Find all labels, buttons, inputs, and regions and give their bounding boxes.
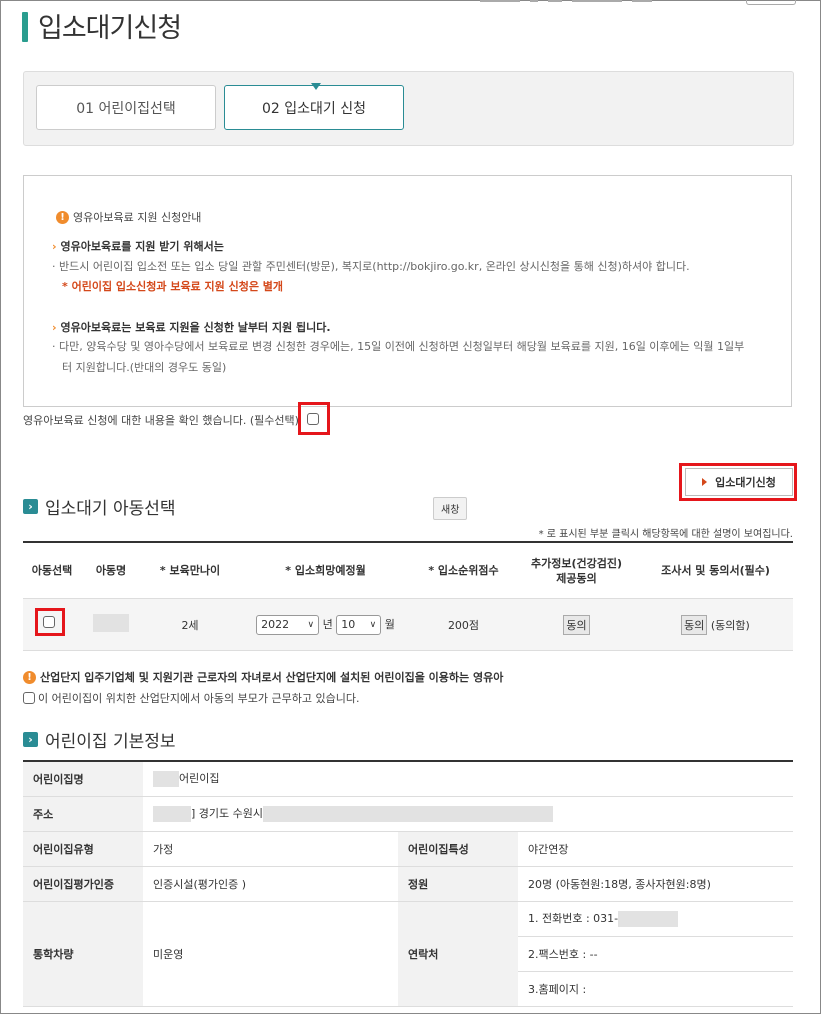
table-row: 어린이집명 어린이집	[23, 761, 793, 797]
phone-value: 1. 전화번호 : 031-	[518, 901, 793, 937]
eval-value: 인증시설(평가인증 )	[143, 866, 398, 902]
notice-block2-text: · 다만, 양육수당 및 영아수당에서 보육료로 변경 신청한 경우에는, 15…	[52, 340, 745, 353]
confirm-label: 영유아보육료 신청에 대한 내용을 확인 했습니다. (필수선택)	[23, 414, 299, 427]
homepage-value: 3.홈페이지 :	[518, 971, 793, 1007]
feature-label: 어린이집특성	[398, 831, 518, 867]
title-accent-bar	[22, 12, 28, 42]
name-value: 어린이집	[143, 761, 793, 797]
col-survey: 조사서 및 동의서(필수)	[638, 541, 793, 599]
page-title: 입소대기신청	[38, 13, 182, 44]
fax-value: 2.팩스번호 : --	[518, 936, 793, 972]
notice-block2-title: › 영유아보육료는 보육료 지원을 신청한 날부터 지원 됩니다.	[52, 321, 331, 334]
type-label: 어린이집유형	[23, 831, 143, 867]
basic-info-title: › 어린이집 기본정보	[23, 727, 176, 752]
address-label: 주소	[23, 796, 143, 832]
blurred-name	[93, 614, 129, 632]
col-age[interactable]: * 보육만나이	[141, 541, 239, 599]
step-apply-waiting[interactable]: 02 입소대기 신청	[224, 85, 404, 130]
extra-info-cell: 동의	[515, 598, 638, 651]
col-name: 아동명	[81, 541, 141, 599]
agree-button[interactable]: 동의	[563, 614, 590, 635]
active-step-marker	[311, 83, 321, 90]
chevron-down-icon: ∨	[307, 619, 315, 630]
name-label: 어린이집명	[23, 761, 143, 797]
chevron-right-icon: ›	[23, 732, 38, 747]
notice-block1-text: · 반드시 어린이집 입소전 또는 입소 당일 관할 주민센터(방문), 복지로…	[52, 260, 690, 273]
survey-cell: 동의 (동의함)	[638, 598, 793, 651]
new-window-tooltip: 새창	[433, 497, 468, 520]
industrial-warning: ! 산업단지 입주기업체 및 지원기관 근로자의 자녀로서 산업단지에 설치된 …	[23, 669, 503, 685]
contact-label: 연락처	[398, 901, 518, 1007]
chevron-right-icon: ›	[23, 499, 38, 514]
feature-value: 야간연장	[518, 831, 793, 867]
arrow-right-icon	[702, 478, 708, 486]
step-navigation: 01 어린이집선택 02 입소대기 신청	[23, 71, 794, 146]
score-cell: 200점	[412, 598, 515, 651]
col-extra-info: 추가정보(건강검진) 제공동의	[515, 541, 638, 599]
col-month[interactable]: * 입소희망예정월	[239, 541, 412, 599]
top-nav-remnant	[480, 0, 740, 6]
apply-waiting-button[interactable]: 입소대기신청	[685, 468, 793, 496]
blurred-text	[153, 771, 179, 788]
notice-heading: ! 영유아보육료 지원 신청안내	[56, 209, 201, 225]
table-row: 어린이집유형 가정 어린이집특성 야간연장	[23, 831, 793, 867]
top-button-remnant[interactable]	[746, 0, 796, 5]
table-header-row: 아동선택 아동명 * 보육만나이 * 입소희망예정월 * 입소순위점수 추가정보…	[23, 541, 793, 599]
notice-block1-warning: * 어린이집 입소신청과 보육료 지원 신청은 별개	[62, 280, 284, 293]
industrial-checkbox[interactable]	[23, 692, 35, 704]
year-select[interactable]: 2022 ∨	[256, 614, 320, 635]
capacity-label: 정원	[398, 866, 518, 902]
child-section-title: › 입소대기 아동선택	[23, 494, 176, 519]
child-name-cell	[81, 598, 141, 651]
child-select-checkbox[interactable]	[43, 616, 55, 628]
table-row: 2세 2022 ∨ 년 10 ∨ 월 200점 동의 동의 (동의함)	[23, 598, 793, 651]
month-select[interactable]: 10 ∨	[336, 614, 382, 635]
warning-icon: !	[23, 670, 36, 684]
step-select-daycare[interactable]: 01 어린이집선택	[36, 85, 216, 130]
notice-block2-text-cont: 터 지원합니다.(반대의 경우도 동일)	[62, 361, 227, 374]
confirm-checkbox[interactable]	[307, 413, 319, 425]
age-cell: 2세	[141, 598, 239, 651]
col-score[interactable]: * 입소순위점수	[412, 541, 515, 599]
address-value: ] 경기도 수원시	[143, 796, 793, 832]
col-select: 아동선택	[23, 541, 81, 599]
industrial-option: 이 어린이집이 위치한 산업단지에서 아동의 부모가 근무하고 있습니다.	[23, 690, 359, 706]
child-table: 아동선택 아동명 * 보육만나이 * 입소희망예정월 * 입소순위점수 추가정보…	[23, 541, 793, 651]
blurred-text	[263, 806, 554, 822]
bus-label: 통학차량	[23, 901, 143, 1007]
survey-agree-button[interactable]: 동의	[681, 614, 708, 635]
bus-value: 미운영	[143, 901, 398, 1007]
type-value: 가정	[143, 831, 398, 867]
warning-icon: !	[56, 210, 69, 224]
notice-box: ! 영유아보육료 지원 신청안내 › 영유아보육료를 지원 받기 위해서는 · 반…	[23, 175, 792, 407]
chevron-down-icon: ∨	[369, 619, 377, 630]
table-row: 통학차량 미운영 연락처 1. 전화번호 : 031-	[23, 901, 793, 1007]
help-note: * 로 표시된 부분 클릭시 해당항목에 대한 설명이 보여집니다.	[538, 529, 793, 540]
blurred-text	[618, 911, 679, 927]
table-row: 어린이집평가인증 인증시설(평가인증 ) 정원 20명 (아동현원:18명, 종…	[23, 866, 793, 902]
eval-label: 어린이집평가인증	[23, 866, 143, 902]
basic-info-table: 어린이집명 어린이집 주소 ] 경기도 수원시 어린이집유형 가정 어린이집특성…	[23, 760, 793, 1007]
month-cell: 2022 ∨ 년 10 ∨ 월	[239, 598, 412, 651]
notice-block1-title: › 영유아보육료를 지원 받기 위해서는	[52, 240, 224, 253]
capacity-value: 20명 (아동현원:18명, 종사자현원:8명)	[518, 866, 793, 902]
blurred-text	[153, 806, 191, 822]
table-row: 주소 ] 경기도 수원시	[23, 796, 793, 832]
